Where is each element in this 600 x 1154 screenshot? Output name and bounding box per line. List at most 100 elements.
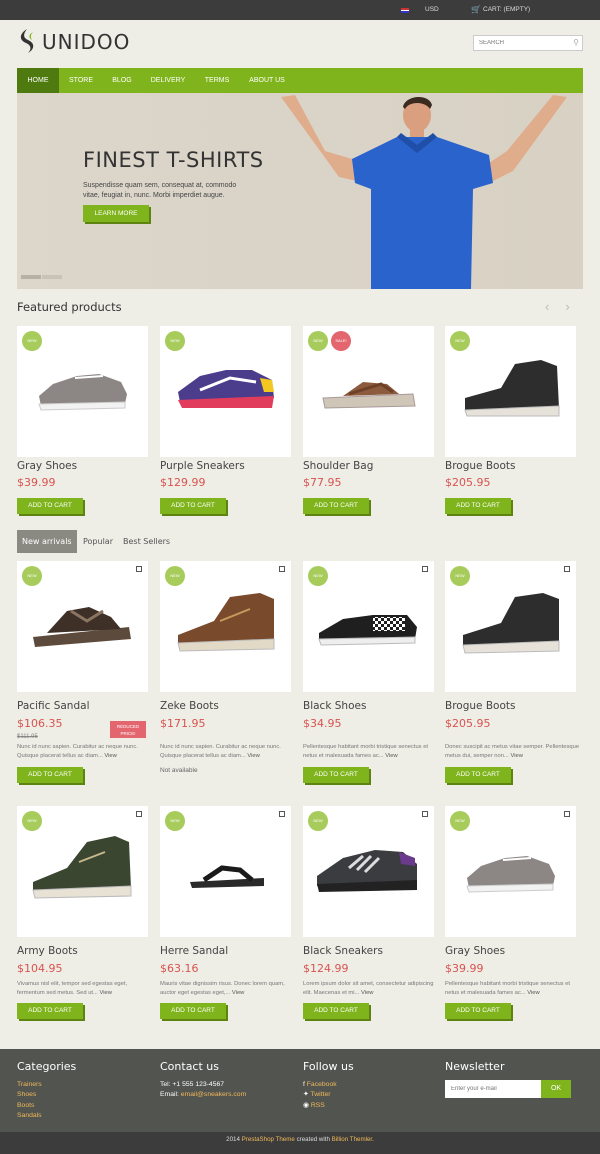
footer-newsletter-title: Newsletter — [445, 1060, 505, 1073]
next-arrow-icon[interactable]: › — [565, 299, 569, 314]
add-to-cart-button[interactable]: ADD TO CART — [17, 1003, 83, 1019]
add-to-cart-button[interactable]: ADD TO CART — [445, 498, 511, 514]
add-to-cart-button[interactable]: ADD TO CART — [303, 498, 369, 514]
add-to-cart-button[interactable]: ADD TO CART — [160, 498, 226, 514]
view-link[interactable]: View — [361, 990, 373, 996]
product-description: Pellentesque habitant morbi tristique se… — [303, 744, 429, 759]
category-link[interactable]: Trainers — [17, 1080, 42, 1090]
contact-email-link[interactable]: email@sneakers.com — [181, 1091, 246, 1098]
search-input[interactable] — [474, 36, 566, 50]
compare-checkbox[interactable] — [279, 566, 285, 572]
product-price: $39.99 — [445, 962, 484, 975]
compare-checkbox[interactable] — [279, 811, 285, 817]
copyright-bar: 2014 PrestaShop Theme created with Billi… — [0, 1132, 600, 1154]
new-badge: NEW — [165, 811, 185, 831]
category-link[interactable]: Boots — [17, 1101, 42, 1111]
compare-checkbox[interactable] — [136, 566, 142, 572]
product-name[interactable]: Gray Shoes — [17, 460, 152, 472]
view-link[interactable]: View — [232, 990, 244, 996]
product-price: $77.95 — [303, 476, 342, 489]
compare-checkbox[interactable] — [564, 566, 570, 572]
facebook-link[interactable]: f Facebook — [303, 1080, 337, 1090]
currency-selector[interactable]: USD — [425, 6, 439, 13]
product-name[interactable]: Black Shoes — [303, 700, 438, 712]
logo-text[interactable]: UNIDOO — [42, 30, 130, 54]
twitter-link[interactable]: ✦ Twitter — [303, 1090, 337, 1100]
nav-delivery[interactable]: DELIVERY — [143, 68, 193, 93]
product-name[interactable]: Gray Shoes — [445, 945, 580, 957]
product-description: Lorem ipsum dolor sit amet, consectetur … — [303, 981, 434, 996]
product-name[interactable]: Zeke Boots — [160, 700, 295, 712]
view-link[interactable]: View — [527, 990, 539, 996]
slider-dot-1[interactable] — [21, 275, 41, 279]
nav-home[interactable]: HOME — [17, 68, 59, 93]
hero-title: FINEST T-SHIRTS — [83, 148, 264, 172]
add-to-cart-button[interactable]: ADD TO CART — [17, 498, 83, 514]
footer-categories: Trainers Shoes Boots Sandals — [17, 1080, 42, 1121]
view-link[interactable]: View — [247, 753, 259, 759]
compare-checkbox[interactable] — [564, 811, 570, 817]
newsletter-form: OK — [445, 1080, 571, 1098]
add-to-cart-button[interactable]: ADD TO CART — [445, 767, 511, 783]
category-link[interactable]: Sandals — [17, 1111, 42, 1121]
search-icon[interactable]: ⚲ — [573, 38, 579, 47]
product-price: $205.95 — [445, 476, 491, 489]
new-badge: NEW — [165, 566, 185, 586]
newsletter-submit-button[interactable]: OK — [541, 1080, 571, 1098]
tab-popular[interactable]: Popular — [83, 530, 113, 553]
newsletter-email-input[interactable] — [445, 1080, 535, 1098]
product-price: $205.95 — [445, 717, 491, 730]
theme-link[interactable]: PrestaShop Theme — [242, 1136, 295, 1143]
new-badge: NEW — [308, 331, 328, 351]
search-box[interactable]: ⚲ — [473, 35, 583, 51]
logo-icon[interactable] — [17, 28, 37, 54]
us-flag-icon[interactable] — [401, 8, 409, 13]
add-to-cart-button[interactable]: ADD TO CART — [303, 1003, 369, 1019]
add-to-cart-button[interactable]: ADD TO CART — [17, 767, 83, 783]
nav-store[interactable]: STORE — [61, 68, 101, 93]
slider-dot-2[interactable] — [42, 275, 62, 279]
add-to-cart-button[interactable]: ADD TO CART — [445, 1003, 511, 1019]
view-link[interactable]: View — [510, 753, 522, 759]
product-name[interactable]: Brogue Boots — [445, 700, 580, 712]
nav-blog[interactable]: BLOG — [103, 68, 141, 93]
footer-categories-title: Categories — [17, 1060, 77, 1073]
hero-model-image — [281, 95, 567, 289]
cart-icon[interactable]: 🛒 — [471, 5, 481, 14]
product-price: $39.99 — [17, 476, 56, 489]
cart-link[interactable]: CART: (EMPTY) — [483, 6, 530, 13]
view-link[interactable]: View — [100, 990, 112, 996]
product-name[interactable]: Purple Sneakers — [160, 460, 295, 472]
learn-more-button[interactable]: LEARN MORE — [83, 205, 149, 222]
footer-follow: f Facebook ✦ Twitter ◉ RSS — [303, 1080, 337, 1111]
prev-arrow-icon[interactable]: ‹ — [545, 299, 549, 314]
product-description: Nunc id nunc sapien. Curabitur ac neque … — [160, 744, 281, 759]
product-name[interactable]: Shoulder Bag — [303, 460, 438, 472]
nav-terms[interactable]: TERMS — [197, 68, 237, 93]
add-to-cart-button[interactable]: ADD TO CART — [303, 767, 369, 783]
product-name[interactable]: Army Boots — [17, 945, 152, 957]
add-to-cart-button[interactable]: ADD TO CART — [160, 1003, 226, 1019]
new-badge: NEW — [450, 811, 470, 831]
view-link[interactable]: View — [104, 753, 116, 759]
category-link[interactable]: Shoes — [17, 1090, 42, 1100]
new-badge: NEW — [450, 566, 470, 586]
author-link[interactable]: Billion Themler. — [332, 1136, 374, 1143]
product-name[interactable]: Pacific Sandal — [17, 700, 152, 712]
product-price: $106.35 — [17, 717, 63, 730]
rss-link[interactable]: ◉ RSS — [303, 1101, 337, 1111]
product-price: $171.95 — [160, 717, 206, 730]
tab-new-arrivals[interactable]: New arrivals — [17, 530, 77, 553]
main-nav: HOME STORE BLOG DELIVERY TERMS ABOUT US — [17, 68, 583, 93]
view-link[interactable]: View — [385, 753, 397, 759]
tab-best-sellers[interactable]: Best Sellers — [123, 530, 170, 553]
compare-checkbox[interactable] — [422, 811, 428, 817]
hero-slider[interactable]: FINEST T-SHIRTS Suspendisse quam sem, co… — [17, 93, 583, 289]
footer-contact-title: Contact us — [160, 1060, 219, 1073]
compare-checkbox[interactable] — [422, 566, 428, 572]
compare-checkbox[interactable] — [136, 811, 142, 817]
product-name[interactable]: Brogue Boots — [445, 460, 580, 472]
nav-about-us[interactable]: ABOUT US — [241, 68, 293, 93]
product-name[interactable]: Black Sneakers — [303, 945, 438, 957]
product-name[interactable]: Herre Sandal — [160, 945, 295, 957]
